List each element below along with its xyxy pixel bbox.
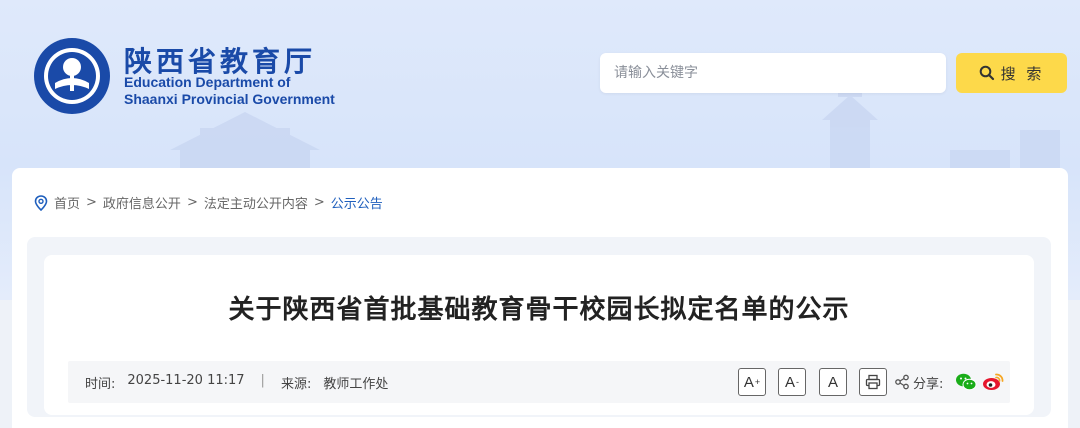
search-input[interactable] <box>600 53 946 93</box>
site-title-english-line2: Shaanxi Provincial Government <box>124 91 335 107</box>
publish-time: 2025-11-20 11:17 <box>127 373 245 388</box>
font-decrease-letter: A <box>784 373 795 391</box>
weibo-icon[interactable] <box>982 372 1004 392</box>
site-title-english: Education Department of Shaanxi Provinci… <box>124 74 335 108</box>
font-size-default-button[interactable]: A <box>819 368 847 396</box>
wechat-icon[interactable] <box>955 372 977 392</box>
breadcrumb-separator: > <box>86 195 97 210</box>
breadcrumb-item-gov-info[interactable]: 政府信息公开 <box>103 193 181 212</box>
site-title-english-line1: Education Department of <box>124 74 291 90</box>
share-label: 分享: <box>913 377 944 392</box>
breadcrumb-item-home[interactable]: 首页 <box>54 193 80 212</box>
breadcrumb-separator: > <box>186 195 198 210</box>
font-size-increase-button[interactable]: A + <box>738 368 766 396</box>
search-button[interactable]: 搜 索 <box>956 53 1067 93</box>
font-increase-letter: A <box>743 373 754 391</box>
time-label: 时间: <box>85 377 116 392</box>
search-button-label: 搜 索 <box>1000 64 1045 83</box>
font-increase-sign: + <box>754 377 761 387</box>
education-department-emblem <box>34 38 110 114</box>
meta-divider: | <box>260 373 265 388</box>
breadcrumb-item-announcements[interactable]: 公示公告 <box>331 193 383 212</box>
article-meta: 时间: 2025-11-20 11:17 | 来源: 教师工作处 <box>85 373 388 392</box>
location-pin-icon <box>34 194 48 211</box>
printer-icon <box>865 374 881 390</box>
article-title: 关于陕西省首批基础教育骨干校园长拟定名单的公示 <box>228 295 850 325</box>
font-default-letter: A <box>827 373 838 391</box>
font-size-decrease-button[interactable]: A- <box>778 368 806 396</box>
search-icon <box>979 65 994 81</box>
breadcrumb-separator: > <box>313 195 325 210</box>
breadcrumb-item-statutory-content[interactable]: 法定主动公开内容 <box>204 193 308 212</box>
print-button[interactable] <box>859 368 887 396</box>
source-value: 教师工作处 <box>323 377 389 392</box>
breadcrumb: 首页 > 政府信息公开 > 法定主动公开内容 > 公示公告 <box>34 193 383 212</box>
share-icon <box>895 374 909 390</box>
font-decrease-sign: - <box>796 377 799 387</box>
source-label: 来源: <box>280 377 312 392</box>
